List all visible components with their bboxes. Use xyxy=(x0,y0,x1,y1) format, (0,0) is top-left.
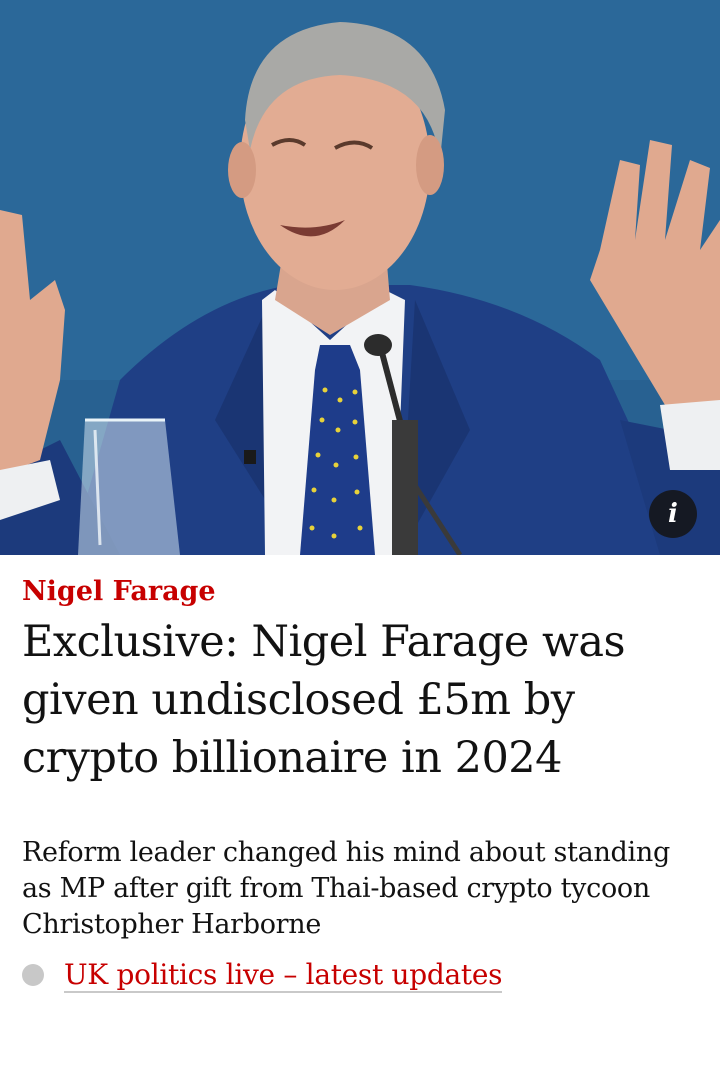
live-updates-row[interactable]: UK politics live – latest updates xyxy=(22,957,698,993)
hero-photo-illustration xyxy=(0,0,720,555)
info-glyph: i xyxy=(668,499,678,529)
article-standfirst: Reform leader changed his mind about sta… xyxy=(22,837,670,940)
info-icon[interactable]: i xyxy=(649,490,697,538)
article-header: Nigel Farage Exclusive: Nigel Farage was… xyxy=(0,555,720,993)
article-headline: Exclusive: Nigel Farage was given undisc… xyxy=(22,617,626,783)
kicker-label[interactable]: Nigel Farage xyxy=(22,575,698,609)
live-indicator-icon xyxy=(22,964,44,986)
live-updates-link[interactable]: UK politics live – latest updates xyxy=(64,957,503,993)
hero-image[interactable]: i xyxy=(0,0,720,555)
